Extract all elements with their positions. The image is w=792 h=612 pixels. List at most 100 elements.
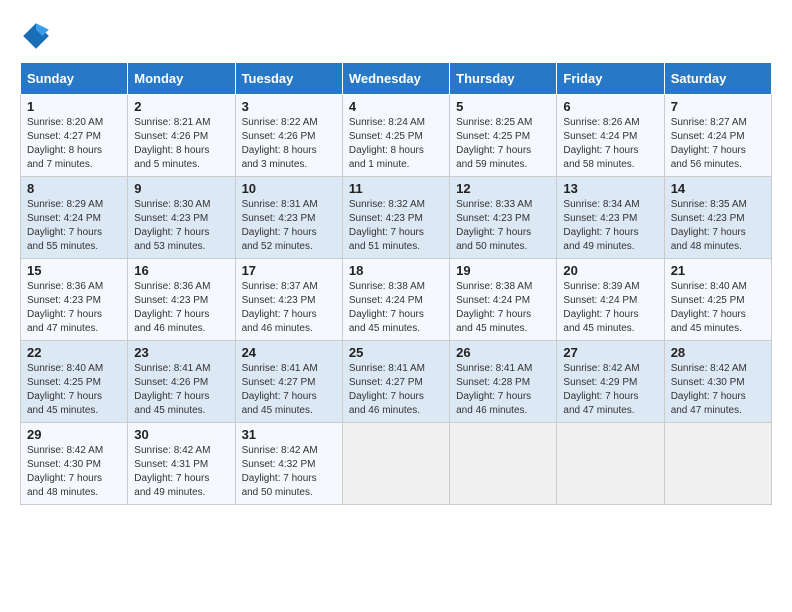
calendar-cell: 2 Sunrise: 8:21 AMSunset: 4:26 PMDayligh…	[128, 95, 235, 177]
day-info: Sunrise: 8:25 AMSunset: 4:25 PMDaylight:…	[456, 116, 550, 172]
day-number: 24	[242, 345, 336, 360]
day-number: 16	[134, 263, 228, 278]
day-number: 1	[27, 99, 121, 114]
day-number: 22	[27, 345, 121, 360]
calendar-week-row: 8 Sunrise: 8:29 AMSunset: 4:24 PMDayligh…	[21, 177, 772, 259]
col-header-wednesday: Wednesday	[342, 63, 449, 95]
col-header-thursday: Thursday	[450, 63, 557, 95]
day-number: 12	[456, 181, 550, 196]
calendar-cell: 3 Sunrise: 8:22 AMSunset: 4:26 PMDayligh…	[235, 95, 342, 177]
day-number: 25	[349, 345, 443, 360]
calendar-cell: 28 Sunrise: 8:42 AMSunset: 4:30 PMDaylig…	[664, 341, 771, 423]
day-number: 18	[349, 263, 443, 278]
calendar-cell	[664, 423, 771, 505]
day-info: Sunrise: 8:26 AMSunset: 4:24 PMDaylight:…	[563, 116, 657, 172]
day-number: 7	[671, 99, 765, 114]
day-info: Sunrise: 8:29 AMSunset: 4:24 PMDaylight:…	[27, 198, 121, 254]
day-number: 29	[27, 427, 121, 442]
day-info: Sunrise: 8:31 AMSunset: 4:23 PMDaylight:…	[242, 198, 336, 254]
day-number: 17	[242, 263, 336, 278]
calendar-cell: 16 Sunrise: 8:36 AMSunset: 4:23 PMDaylig…	[128, 259, 235, 341]
calendar-cell: 10 Sunrise: 8:31 AMSunset: 4:23 PMDaylig…	[235, 177, 342, 259]
page-header	[20, 20, 772, 52]
calendar-table: SundayMondayTuesdayWednesdayThursdayFrid…	[20, 62, 772, 505]
day-info: Sunrise: 8:35 AMSunset: 4:23 PMDaylight:…	[671, 198, 765, 254]
calendar-cell: 19 Sunrise: 8:38 AMSunset: 4:24 PMDaylig…	[450, 259, 557, 341]
day-info: Sunrise: 8:42 AMSunset: 4:29 PMDaylight:…	[563, 362, 657, 418]
calendar-cell: 9 Sunrise: 8:30 AMSunset: 4:23 PMDayligh…	[128, 177, 235, 259]
calendar-header-row: SundayMondayTuesdayWednesdayThursdayFrid…	[21, 63, 772, 95]
calendar-cell: 23 Sunrise: 8:41 AMSunset: 4:26 PMDaylig…	[128, 341, 235, 423]
calendar-cell: 5 Sunrise: 8:25 AMSunset: 4:25 PMDayligh…	[450, 95, 557, 177]
calendar-cell: 31 Sunrise: 8:42 AMSunset: 4:32 PMDaylig…	[235, 423, 342, 505]
calendar-cell: 29 Sunrise: 8:42 AMSunset: 4:30 PMDaylig…	[21, 423, 128, 505]
day-info: Sunrise: 8:41 AMSunset: 4:27 PMDaylight:…	[242, 362, 336, 418]
col-header-sunday: Sunday	[21, 63, 128, 95]
day-number: 13	[563, 181, 657, 196]
day-number: 2	[134, 99, 228, 114]
logo-icon	[20, 20, 52, 52]
calendar-cell: 14 Sunrise: 8:35 AMSunset: 4:23 PMDaylig…	[664, 177, 771, 259]
calendar-cell: 22 Sunrise: 8:40 AMSunset: 4:25 PMDaylig…	[21, 341, 128, 423]
calendar-cell	[342, 423, 449, 505]
calendar-cell: 30 Sunrise: 8:42 AMSunset: 4:31 PMDaylig…	[128, 423, 235, 505]
calendar-cell	[557, 423, 664, 505]
col-header-friday: Friday	[557, 63, 664, 95]
day-info: Sunrise: 8:38 AMSunset: 4:24 PMDaylight:…	[349, 280, 443, 336]
day-info: Sunrise: 8:27 AMSunset: 4:24 PMDaylight:…	[671, 116, 765, 172]
day-info: Sunrise: 8:32 AMSunset: 4:23 PMDaylight:…	[349, 198, 443, 254]
day-number: 28	[671, 345, 765, 360]
day-number: 6	[563, 99, 657, 114]
day-number: 26	[456, 345, 550, 360]
day-info: Sunrise: 8:37 AMSunset: 4:23 PMDaylight:…	[242, 280, 336, 336]
calendar-week-row: 15 Sunrise: 8:36 AMSunset: 4:23 PMDaylig…	[21, 259, 772, 341]
day-info: Sunrise: 8:42 AMSunset: 4:32 PMDaylight:…	[242, 444, 336, 500]
day-number: 20	[563, 263, 657, 278]
day-number: 9	[134, 181, 228, 196]
col-header-tuesday: Tuesday	[235, 63, 342, 95]
calendar-cell: 1 Sunrise: 8:20 AMSunset: 4:27 PMDayligh…	[21, 95, 128, 177]
day-info: Sunrise: 8:36 AMSunset: 4:23 PMDaylight:…	[134, 280, 228, 336]
day-number: 15	[27, 263, 121, 278]
calendar-cell: 7 Sunrise: 8:27 AMSunset: 4:24 PMDayligh…	[664, 95, 771, 177]
calendar-cell: 27 Sunrise: 8:42 AMSunset: 4:29 PMDaylig…	[557, 341, 664, 423]
day-info: Sunrise: 8:22 AMSunset: 4:26 PMDaylight:…	[242, 116, 336, 172]
day-number: 23	[134, 345, 228, 360]
day-number: 3	[242, 99, 336, 114]
calendar-cell: 8 Sunrise: 8:29 AMSunset: 4:24 PMDayligh…	[21, 177, 128, 259]
day-info: Sunrise: 8:30 AMSunset: 4:23 PMDaylight:…	[134, 198, 228, 254]
calendar-cell: 18 Sunrise: 8:38 AMSunset: 4:24 PMDaylig…	[342, 259, 449, 341]
day-info: Sunrise: 8:40 AMSunset: 4:25 PMDaylight:…	[671, 280, 765, 336]
calendar-cell: 25 Sunrise: 8:41 AMSunset: 4:27 PMDaylig…	[342, 341, 449, 423]
day-info: Sunrise: 8:41 AMSunset: 4:26 PMDaylight:…	[134, 362, 228, 418]
day-number: 19	[456, 263, 550, 278]
day-info: Sunrise: 8:39 AMSunset: 4:24 PMDaylight:…	[563, 280, 657, 336]
calendar-cell: 17 Sunrise: 8:37 AMSunset: 4:23 PMDaylig…	[235, 259, 342, 341]
calendar-week-row: 29 Sunrise: 8:42 AMSunset: 4:30 PMDaylig…	[21, 423, 772, 505]
day-number: 11	[349, 181, 443, 196]
day-info: Sunrise: 8:21 AMSunset: 4:26 PMDaylight:…	[134, 116, 228, 172]
day-info: Sunrise: 8:42 AMSunset: 4:31 PMDaylight:…	[134, 444, 228, 500]
calendar-cell: 24 Sunrise: 8:41 AMSunset: 4:27 PMDaylig…	[235, 341, 342, 423]
calendar-cell: 6 Sunrise: 8:26 AMSunset: 4:24 PMDayligh…	[557, 95, 664, 177]
day-number: 14	[671, 181, 765, 196]
calendar-cell: 21 Sunrise: 8:40 AMSunset: 4:25 PMDaylig…	[664, 259, 771, 341]
day-number: 5	[456, 99, 550, 114]
day-number: 30	[134, 427, 228, 442]
calendar-cell: 26 Sunrise: 8:41 AMSunset: 4:28 PMDaylig…	[450, 341, 557, 423]
day-info: Sunrise: 8:38 AMSunset: 4:24 PMDaylight:…	[456, 280, 550, 336]
day-info: Sunrise: 8:40 AMSunset: 4:25 PMDaylight:…	[27, 362, 121, 418]
calendar-cell: 15 Sunrise: 8:36 AMSunset: 4:23 PMDaylig…	[21, 259, 128, 341]
day-info: Sunrise: 8:42 AMSunset: 4:30 PMDaylight:…	[671, 362, 765, 418]
calendar-week-row: 22 Sunrise: 8:40 AMSunset: 4:25 PMDaylig…	[21, 341, 772, 423]
calendar-week-row: 1 Sunrise: 8:20 AMSunset: 4:27 PMDayligh…	[21, 95, 772, 177]
col-header-monday: Monday	[128, 63, 235, 95]
day-number: 31	[242, 427, 336, 442]
day-number: 10	[242, 181, 336, 196]
calendar-cell: 11 Sunrise: 8:32 AMSunset: 4:23 PMDaylig…	[342, 177, 449, 259]
day-number: 4	[349, 99, 443, 114]
day-info: Sunrise: 8:41 AMSunset: 4:28 PMDaylight:…	[456, 362, 550, 418]
day-info: Sunrise: 8:34 AMSunset: 4:23 PMDaylight:…	[563, 198, 657, 254]
day-info: Sunrise: 8:42 AMSunset: 4:30 PMDaylight:…	[27, 444, 121, 500]
calendar-cell: 4 Sunrise: 8:24 AMSunset: 4:25 PMDayligh…	[342, 95, 449, 177]
